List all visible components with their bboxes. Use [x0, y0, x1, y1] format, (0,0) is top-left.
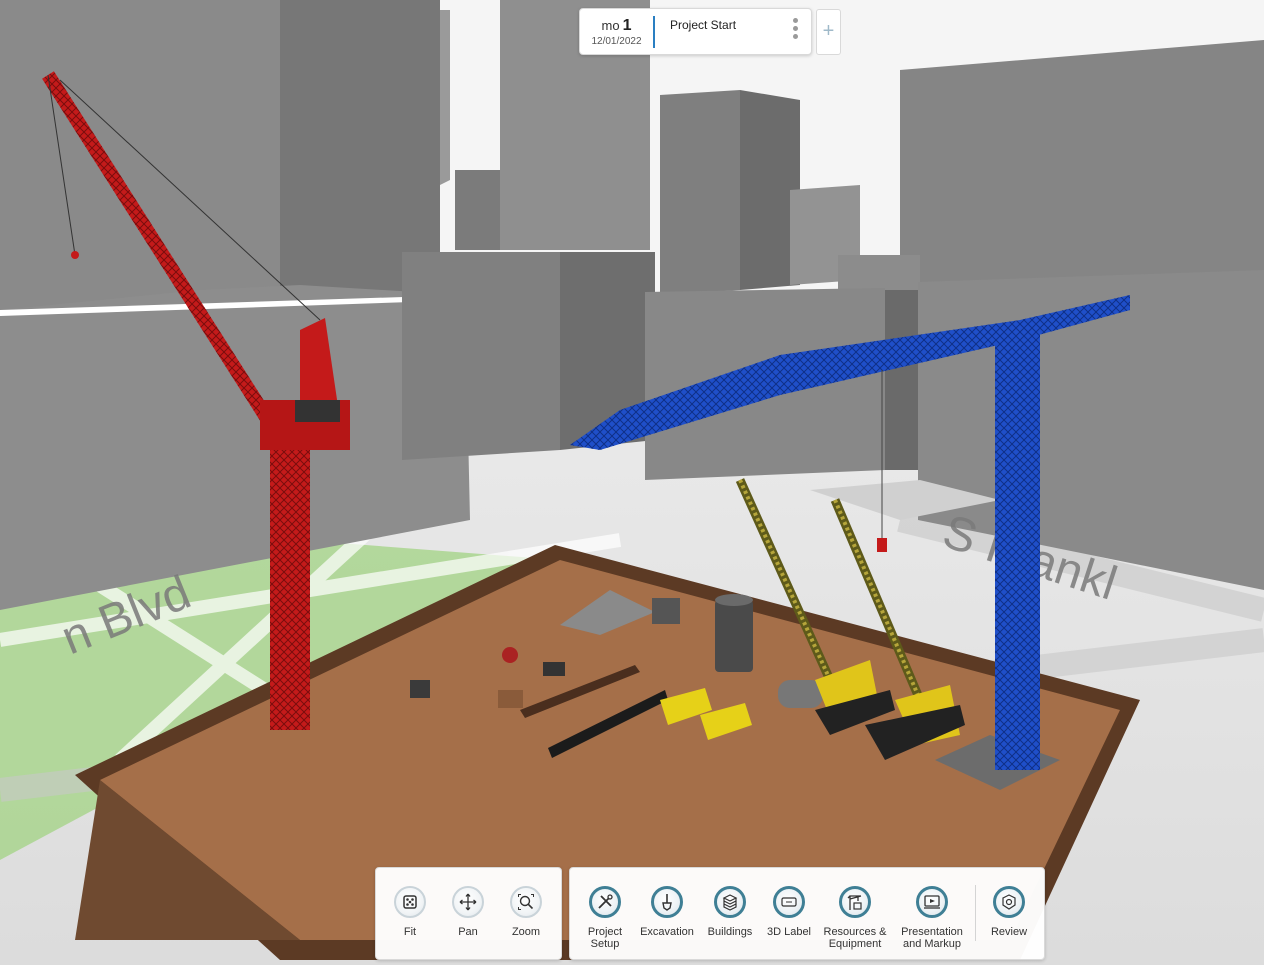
3d-label-icon	[773, 886, 805, 918]
fit-icon	[394, 886, 426, 918]
resources-equipment-button[interactable]: Resources & Equipment	[822, 886, 888, 950]
project-setup-button[interactable]: Project Setup	[582, 886, 628, 950]
project-setup-icon	[589, 886, 621, 918]
phase-name[interactable]: Project Start	[670, 18, 736, 32]
resources-label-2: Equipment	[828, 938, 882, 950]
buildings-label: Buildings	[707, 926, 753, 938]
pan-label: Pan	[458, 926, 478, 938]
phase-unit: mo	[601, 18, 620, 33]
presentation-label-2: and Markup	[902, 938, 962, 950]
zoom-label: Zoom	[511, 926, 541, 938]
excavation-button[interactable]: Excavation	[638, 886, 696, 938]
buildings-icon	[714, 886, 746, 918]
presentation-markup-icon	[916, 886, 948, 918]
fit-label: Fit	[403, 926, 417, 938]
3d-label-label: 3D Label	[766, 926, 812, 938]
review-button[interactable]: Review	[986, 886, 1032, 938]
phase-menu-icon[interactable]	[788, 18, 802, 46]
presentation-label-1: Presentation	[901, 926, 963, 938]
phase-date: 12/01/2022	[591, 36, 642, 47]
3d-label-button[interactable]: 3D Label	[764, 886, 814, 938]
buildings-button[interactable]: Buildings	[704, 886, 756, 938]
excavation-icon	[651, 886, 683, 918]
zoom-icon	[510, 886, 542, 918]
pan-button[interactable]: Pan	[450, 886, 486, 938]
pan-icon	[452, 886, 484, 918]
phase-card[interactable]: mo 1 12/01/2022 Project Start	[579, 8, 812, 55]
resources-label-1: Resources &	[823, 926, 887, 938]
phase-number: 1	[622, 17, 632, 34]
3d-viewport[interactable]: n Blvd S Frankl	[0, 0, 1264, 965]
view-toolbar: Fit Pan Zoom	[375, 867, 562, 960]
phase-divider	[653, 16, 655, 48]
add-phase-button[interactable]: +	[816, 9, 841, 55]
zoom-button[interactable]: Zoom	[508, 886, 544, 938]
presentation-markup-button[interactable]: Presentation and Markup	[898, 886, 966, 950]
project-setup-label-2: Setup	[590, 938, 620, 950]
review-icon	[993, 886, 1025, 918]
main-toolbar: Project Setup Excavation Buildings 3D Lab…	[569, 867, 1045, 960]
review-label: Review	[990, 926, 1028, 938]
excavation-label: Excavation	[640, 926, 694, 938]
resources-equipment-icon	[839, 886, 871, 918]
toolbar-separator	[975, 885, 976, 941]
fit-button[interactable]: Fit	[392, 886, 428, 938]
phase-date-block: mo 1 12/01/2022	[580, 9, 653, 54]
project-setup-label-1: Project	[587, 926, 623, 938]
